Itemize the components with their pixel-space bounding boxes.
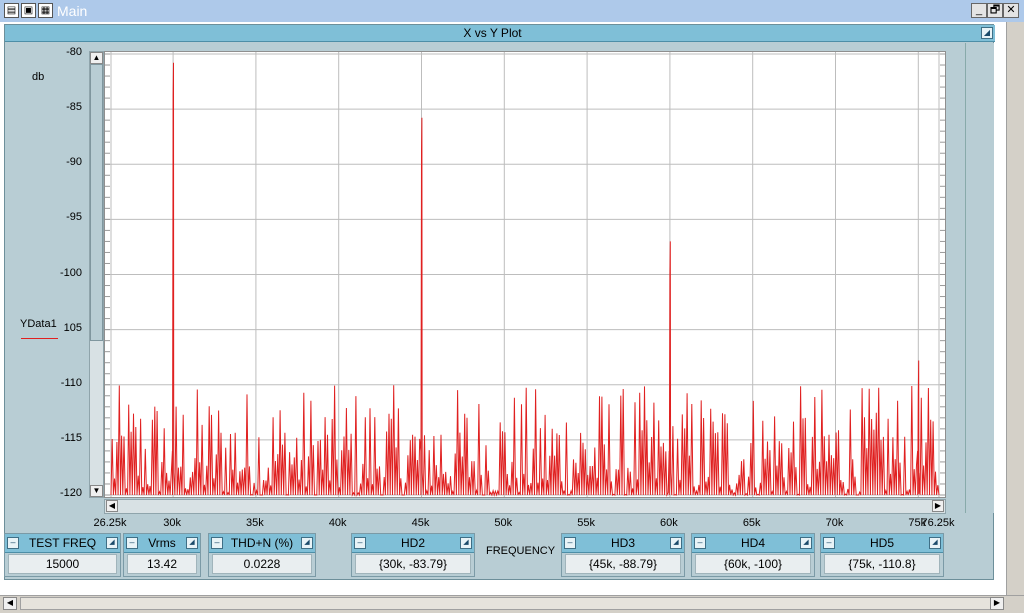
y-axis-label: db [32,71,45,83]
minimize-icon[interactable]: – [211,537,223,549]
minimize-icon[interactable]: – [694,537,706,549]
hd3-value: {45k, -88.79} [565,554,681,574]
y-tick-label: -85 [66,101,82,114]
control-name: HD4 [740,536,765,550]
thdn-control[interactable]: – THD+N (%) ◢ 0.0228 [208,533,316,577]
workspace-vertical-scrollbar[interactable] [1006,22,1024,595]
x-tick-label: 40k [328,517,347,529]
hd4-control[interactable]: – HD4 ◢ {60k, -100} [691,533,815,577]
minimize-icon[interactable]: – [126,537,138,549]
y-tick-label: -100 [59,266,82,279]
spectrum-chart [105,52,945,497]
control-name: HD3 [610,536,635,550]
x-tick-label: 35k [246,517,264,529]
control-name: TEST FREQ [28,536,97,550]
scroll-left-arrow-icon[interactable]: ◀ [106,500,118,512]
menu-icon[interactable]: ◢ [301,537,313,549]
horizontal-scrollbar-thumb[interactable] [20,597,995,610]
scroll-left-arrow-icon[interactable]: ◀ [3,597,17,610]
y-tick-label: -80 [66,46,82,58]
x-tick-label: 26.25k [93,517,127,529]
x-tick-label: 65k [742,517,761,529]
scroll-right-arrow-icon[interactable]: ▶ [990,597,1004,610]
x-tick-label: 50k [494,517,513,529]
hd3-control[interactable]: – HD3 ◢ {45k, -88.79} [561,533,685,577]
hd2-value: {30k, -83.79} [355,554,471,574]
hd5-value: {75k, -110.8} [824,554,940,574]
panel-view-icon[interactable]: ▦ [38,3,53,18]
x-tick-label: 55k [577,517,595,529]
menu-icon[interactable]: ◢ [186,537,198,549]
thdn-value: 0.0228 [212,554,312,574]
y-tick-label: -90 [66,156,82,169]
plot-right-panel [965,43,994,513]
control-name: Vrms [148,536,176,550]
y-scrollbar-thumb[interactable] [90,64,103,341]
x-axis-label: FREQUENCY [486,545,556,557]
menu-icon[interactable]: ◢ [460,537,472,549]
y-tick-label: -110 [60,376,82,389]
ydata1-trace [110,62,940,497]
hd5-control[interactable]: – HD5 ◢ {75k, -110.8} [820,533,944,577]
minimize-button[interactable]: _ [971,3,987,18]
y-tick-label: -120 [59,487,82,499]
minimize-icon[interactable]: – [7,537,19,549]
y-tick-label: -95 [66,211,82,224]
close-button[interactable]: ✕ [1003,3,1019,18]
series-legend-swatch [21,338,58,339]
minimize-icon[interactable]: – [354,537,366,549]
x-tick-label: 30k [163,517,181,529]
x-tick-label: 45k [411,517,430,529]
test-freq-value[interactable]: 15000 [8,554,117,574]
plot-title: X vs Y Plot [463,26,522,40]
menu-icon[interactable]: ◢ [106,537,118,549]
minimize-icon[interactable]: – [823,537,835,549]
window-mode-icon[interactable]: ▣ [21,3,36,18]
scroll-down-arrow-icon[interactable]: ▼ [90,485,103,497]
plot-menu-icon[interactable]: ◢ [981,27,993,39]
menu-icon[interactable]: ◢ [929,537,941,549]
scroll-right-arrow-icon[interactable]: ▶ [932,500,944,512]
x-tick-label: 76.25k [921,517,955,529]
scroll-up-arrow-icon[interactable]: ▲ [90,52,103,64]
app-menu-icon[interactable]: ▤ [4,3,19,18]
control-name: THD+N (%) [230,536,294,550]
restore-button[interactable]: 🗗 [987,3,1003,18]
x-scrollbar[interactable] [104,499,946,514]
plot-title-bar: X vs Y Plot ◢ [5,25,995,42]
control-name: HD2 [400,536,425,550]
vrms-value: 13.42 [127,554,197,574]
y-tick-label: 105 [63,321,82,334]
x-tick-label: 70k [825,517,844,529]
y-tick-label: -115 [60,431,82,444]
hd2-control[interactable]: – HD2 ◢ {30k, -83.79} [351,533,475,577]
vrms-control[interactable]: – Vrms ◢ 13.42 [123,533,201,577]
test-freq-control[interactable]: – TEST FREQ ◢ 15000 [4,533,121,577]
x-tick-label: 60k [660,517,678,529]
hd4-value: {60k, -100} [695,554,811,574]
minimize-icon[interactable]: – [564,537,576,549]
menu-icon[interactable]: ◢ [800,537,812,549]
window-title: Main [57,3,88,19]
menu-icon[interactable]: ◢ [670,537,682,549]
plot-area[interactable] [104,51,946,498]
control-name: HD5 [869,536,894,550]
window-title-bar: ▤ ▣ ▦ Main _ 🗗 ✕ [0,0,1024,22]
